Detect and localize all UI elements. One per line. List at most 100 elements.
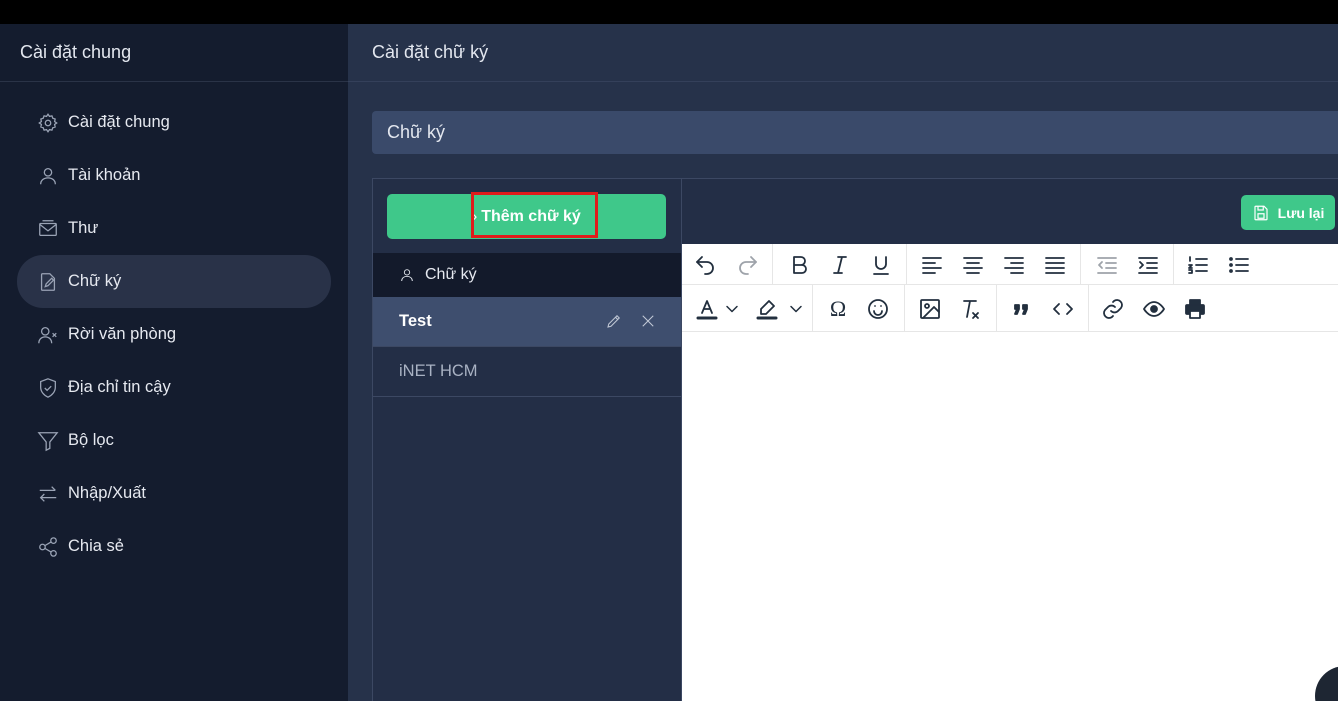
- sidebar-item-filters[interactable]: Bộ lọc: [17, 414, 331, 467]
- toolbar-divider: [1080, 244, 1081, 284]
- page-title: Cài đặt chữ ký: [348, 24, 1338, 82]
- preview-button[interactable]: [1137, 292, 1171, 326]
- align-center-icon: [963, 257, 983, 274]
- chevron-down-icon: [790, 305, 802, 313]
- user-away-icon: [38, 326, 57, 343]
- toolbar-row-1: [682, 244, 1338, 285]
- sidebar-item-label: Địa chỉ tin cậy: [68, 378, 171, 396]
- indent-icon: [1138, 257, 1158, 274]
- highlight-box: [471, 192, 598, 238]
- close-icon[interactable]: [639, 312, 657, 330]
- print-button[interactable]: [1178, 292, 1212, 326]
- blockquote-button[interactable]: [1004, 292, 1038, 326]
- signature-name: Test: [399, 312, 432, 330]
- italic-button[interactable]: [823, 248, 857, 282]
- signature-name: iNET HCM: [399, 362, 478, 380]
- outdent-button[interactable]: [1090, 248, 1124, 282]
- toolbar-divider: [1088, 285, 1089, 331]
- redo-button[interactable]: [731, 248, 765, 282]
- sidebar-nav: Cài đặt chung Tài khoản Thư Chữ ký Rời v…: [0, 82, 348, 573]
- sidebar-item-label: Bộ lọc: [68, 431, 114, 449]
- editor-content-area[interactable]: [682, 333, 1338, 701]
- align-center-button[interactable]: [956, 248, 990, 282]
- highlight-color-dropdown[interactable]: [786, 292, 806, 326]
- sidebar-item-out-of-office[interactable]: Rời văn phòng: [17, 308, 331, 361]
- align-right-button[interactable]: [997, 248, 1031, 282]
- italic-icon: [833, 256, 847, 274]
- undo-icon: [696, 256, 714, 275]
- numbered-list-icon: [1188, 256, 1208, 274]
- text-color-dropdown[interactable]: [722, 292, 742, 326]
- user-icon: [401, 269, 413, 282]
- sidebar-title: Cài đặt chung: [0, 24, 348, 82]
- gear-icon: [38, 112, 58, 133]
- sidebar-item-share[interactable]: Chia sẻ: [17, 520, 331, 573]
- sidebar-item-trusted-addresses[interactable]: Địa chỉ tin cậy: [17, 361, 331, 414]
- emoji-icon: [868, 299, 888, 319]
- sidebar-item-label: Cài đặt chung: [68, 113, 170, 131]
- align-justify-button[interactable]: [1038, 248, 1072, 282]
- save-icon: [1254, 205, 1268, 220]
- align-right-icon: [1004, 257, 1024, 274]
- preview-icon: [1143, 301, 1165, 317]
- signature-list-panel: › Thêm chữ ký Chữ ký Test iNET HCM: [372, 178, 681, 701]
- clear-format-icon: [963, 300, 979, 319]
- add-signature-button[interactable]: › Thêm chữ ký: [387, 192, 666, 239]
- sidebar-item-label: Chữ ký: [68, 272, 122, 290]
- sidebar-item-general[interactable]: Cài đặt chung: [17, 96, 331, 149]
- numbered-list-button[interactable]: [1181, 248, 1215, 282]
- toolbar-divider: [772, 244, 773, 284]
- signature-item-inet-hcm[interactable]: iNET HCM: [373, 347, 681, 397]
- row-actions: [605, 312, 657, 330]
- toolbar-divider: [996, 285, 997, 331]
- link-button[interactable]: [1096, 292, 1130, 326]
- link-icon: [1103, 299, 1123, 319]
- insert-image-button[interactable]: [913, 292, 947, 326]
- code-button[interactable]: [1046, 292, 1080, 326]
- sidebar-item-import-export[interactable]: Nhập/Xuất: [17, 467, 331, 520]
- align-left-button[interactable]: [915, 248, 949, 282]
- signature-item-test[interactable]: Test: [373, 297, 681, 347]
- bold-button[interactable]: [782, 248, 816, 282]
- settings-sidebar: Cài đặt chung Cài đặt chung Tài khoản Th…: [0, 24, 348, 701]
- toolbar-divider: [1173, 244, 1174, 284]
- align-justify-icon: [1045, 257, 1065, 274]
- toolbar-row-2: Ω: [682, 285, 1338, 332]
- mail-icon: [39, 219, 57, 236]
- redo-icon: [739, 256, 757, 275]
- signature-list-header: Chữ ký: [373, 253, 681, 297]
- rich-text-editor: Ω: [682, 244, 1338, 701]
- toolbar-divider: [812, 285, 813, 331]
- bullet-list-icon: [1229, 257, 1249, 273]
- bold-icon: [793, 256, 807, 274]
- indent-button[interactable]: [1131, 248, 1165, 282]
- sidebar-item-label: Nhập/Xuất: [68, 484, 146, 502]
- sidebar-item-signature[interactable]: Chữ ký: [17, 255, 331, 308]
- special-char-button[interactable]: Ω: [821, 292, 855, 326]
- underline-button[interactable]: [864, 248, 898, 282]
- edit-icon[interactable]: [605, 312, 623, 330]
- align-left-icon: [922, 257, 942, 274]
- undo-button[interactable]: [688, 248, 722, 282]
- signature-editor-panel: Lưu lại Ω: [681, 178, 1338, 701]
- chevron-down-icon: [726, 305, 738, 313]
- print-icon: [1185, 299, 1205, 319]
- emoji-button[interactable]: [861, 292, 895, 326]
- sidebar-item-mail[interactable]: Thư: [17, 202, 331, 255]
- bullet-list-button[interactable]: [1222, 248, 1256, 282]
- sidebar-item-account[interactable]: Tài khoản: [17, 149, 331, 202]
- toolbar-divider: [904, 285, 905, 331]
- import-export-icon: [39, 485, 57, 502]
- save-button[interactable]: Lưu lại: [1241, 195, 1335, 230]
- shield-icon: [40, 377, 56, 398]
- text-color-button[interactable]: [690, 292, 724, 326]
- underline-icon: [873, 256, 889, 275]
- sidebar-item-label: Rời văn phòng: [68, 325, 177, 343]
- section-title: Chữ ký: [372, 111, 1338, 154]
- top-black-bar: [0, 0, 1338, 24]
- blockquote-icon: [1014, 304, 1028, 315]
- clear-format-button[interactable]: [954, 292, 988, 326]
- highlight-color-button[interactable]: [750, 292, 784, 326]
- sidebar-item-label: Tài khoản: [68, 166, 141, 184]
- outdent-icon: [1097, 257, 1117, 274]
